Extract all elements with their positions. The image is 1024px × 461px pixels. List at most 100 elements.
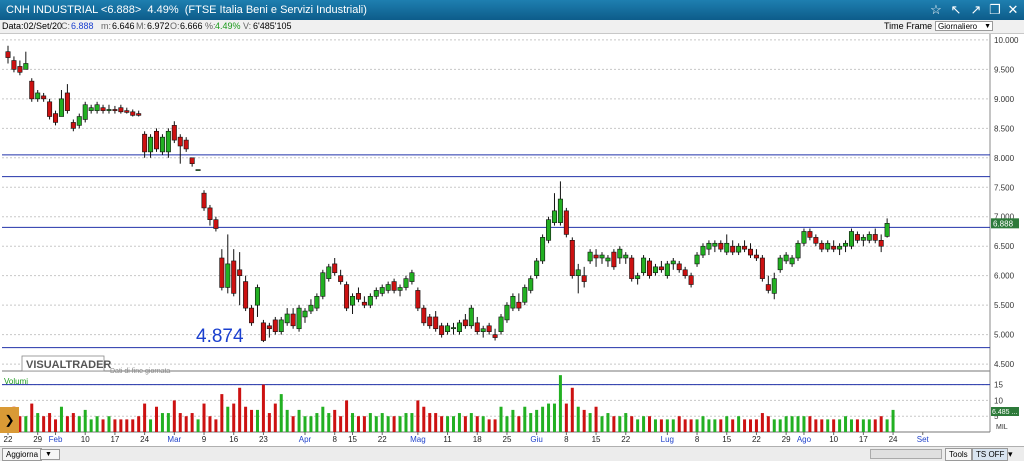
candle-body <box>795 242 801 259</box>
x-tick-label: 25 <box>503 435 512 444</box>
ts-off-button[interactable]: TS OFF <box>972 448 1009 461</box>
title-bar: CNH INDUSTRIAL <6.888> 4.49% (FTSE Itali… <box>0 0 1024 20</box>
candle-body <box>480 328 486 332</box>
candle-body <box>338 275 344 282</box>
volume-bar <box>731 419 735 432</box>
candle-body <box>486 325 492 332</box>
volume-bar <box>356 416 360 432</box>
volume-bar <box>659 419 663 432</box>
candle-body <box>724 242 730 253</box>
price-chart[interactable]: 10.0009.5009.0008.5008.0007.5007.0006.50… <box>0 34 1024 446</box>
candle-body <box>587 251 593 262</box>
volume-bar <box>855 419 859 432</box>
volume-bar <box>873 419 877 432</box>
volume-bar <box>671 419 675 432</box>
volume-tick-label: 10 <box>994 396 1003 405</box>
volume-bar <box>606 413 610 432</box>
volume-bar <box>95 416 99 432</box>
volume-bar <box>511 409 515 432</box>
x-tick-label: 29 <box>33 435 42 444</box>
volume-bar <box>814 419 818 432</box>
candle-body <box>11 60 17 70</box>
volume-bar <box>59 406 63 432</box>
volume-bar <box>362 416 366 432</box>
candle-body <box>142 133 148 153</box>
back-icon[interactable]: ↖ <box>946 0 966 20</box>
close-icon[interactable]: ✕ <box>1003 0 1023 20</box>
candle-body <box>326 266 332 279</box>
candle-body <box>753 254 759 259</box>
candle-body <box>682 269 688 276</box>
volume-bar <box>618 416 622 432</box>
candle-body <box>266 325 272 330</box>
x-tick-label: Mar <box>167 435 181 444</box>
candle-body <box>504 304 510 321</box>
volume-bar <box>802 416 806 432</box>
x-tick-label: 11 <box>443 435 452 444</box>
candle-body <box>641 257 647 274</box>
candle-body <box>522 287 528 303</box>
candle-body <box>231 260 237 294</box>
data-note: Dati di fine giornata <box>110 368 170 375</box>
tools-button[interactable]: Tools <box>945 448 972 461</box>
volume-bar <box>190 413 194 432</box>
volume-bar <box>541 406 545 432</box>
chevron-down-icon: ▼ <box>45 451 52 458</box>
candle-body <box>647 260 653 276</box>
volume-bar <box>844 416 848 432</box>
volume-bar <box>422 406 426 432</box>
volume-bar <box>772 419 776 432</box>
volume-tick-label: 15 <box>994 381 1003 390</box>
horizontal-scrollbar[interactable] <box>870 449 942 459</box>
bottom-dropdown[interactable]: ▼ <box>40 449 60 460</box>
x-tick-label: 10 <box>81 435 90 444</box>
candle-body <box>308 304 314 312</box>
x-tick-label: 24 <box>889 435 898 444</box>
volume-bar <box>374 416 378 432</box>
candle-body <box>605 257 611 262</box>
candle-body <box>712 242 718 247</box>
aggiorna-button[interactable]: Aggiorna <box>2 448 43 461</box>
volume-bar <box>849 419 853 432</box>
x-tick-label: 15 <box>592 435 601 444</box>
timeframe-select[interactable]: Giornaliero ▼ <box>935 21 993 31</box>
volume-bar <box>766 416 770 432</box>
candle-body <box>551 210 557 223</box>
bottom-toolbar: Aggiorna ▼ Tools TS OFF ▾ <box>0 446 1024 461</box>
volume-bar <box>695 419 699 432</box>
forward-icon[interactable]: ↗ <box>966 0 986 20</box>
volume-bar <box>226 406 230 432</box>
star-icon[interactable]: ☆ <box>926 0 946 20</box>
candle-body <box>623 254 629 259</box>
volume-bar <box>760 413 764 432</box>
candle-body <box>848 231 854 247</box>
candle-body <box>534 260 540 276</box>
x-tick-label: 23 <box>259 435 268 444</box>
volume-bar <box>339 416 343 432</box>
x-tick-label: Feb <box>49 435 63 444</box>
volume-bar <box>214 419 218 432</box>
restore-icon[interactable]: ❐ <box>985 0 1005 20</box>
volume-bar <box>719 419 723 432</box>
volume-bar <box>101 419 105 432</box>
candle-body <box>866 234 872 241</box>
candle-body <box>189 157 195 164</box>
volume-bar <box>505 416 509 432</box>
volume-bar <box>107 416 111 432</box>
y-tick-label: 7.500 <box>994 183 1015 192</box>
chart-nav-button[interactable]: ❯ <box>0 407 19 433</box>
candle-body <box>350 296 356 306</box>
candle-body <box>546 219 552 241</box>
volume-bar <box>523 406 527 432</box>
volume-bar <box>351 413 355 432</box>
volume-bar <box>30 403 34 432</box>
volume-bar <box>24 416 28 432</box>
chevron-down-icon[interactable]: ▾ <box>1008 448 1013 461</box>
volume-unit: MIL <box>996 424 1008 431</box>
candle-body <box>385 284 391 291</box>
candle-body <box>819 242 825 250</box>
volume-bar <box>89 419 93 432</box>
volume-bar <box>137 416 141 432</box>
candle-body <box>225 263 231 288</box>
candle-body <box>47 101 53 117</box>
